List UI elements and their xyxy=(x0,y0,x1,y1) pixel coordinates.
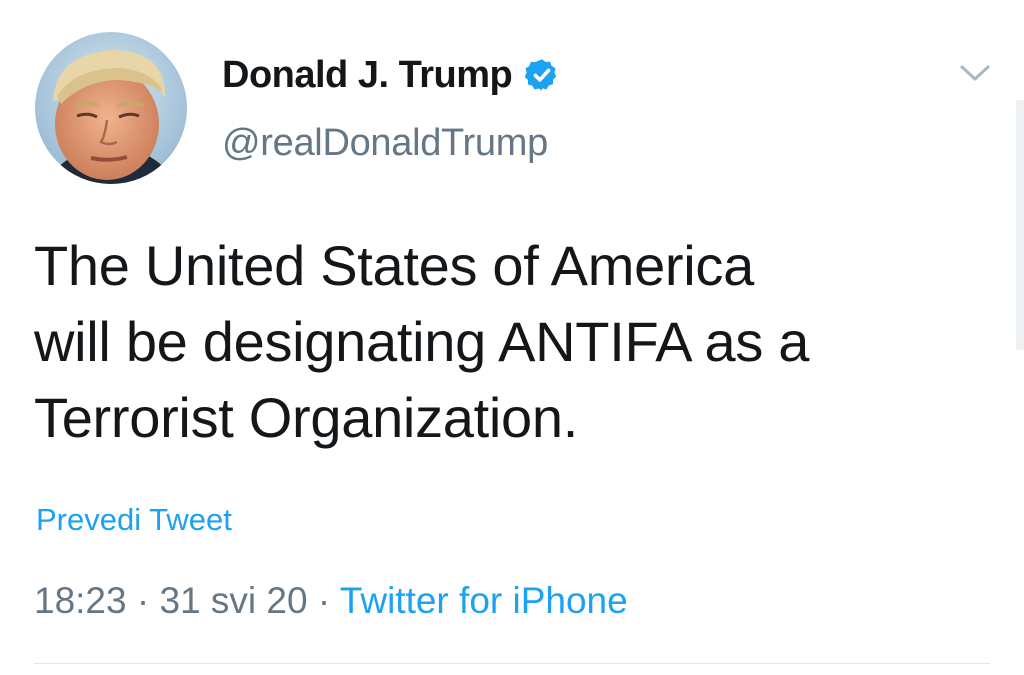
tweet-card: Donald J. Trump @realDonaldTrump The Uni… xyxy=(0,0,1024,675)
meta-separator: · xyxy=(317,580,340,621)
author-row[interactable]: Donald J. Trump xyxy=(222,50,560,100)
tweet-time[interactable]: 18:23 xyxy=(34,580,127,621)
tweet-line: The United States of America xyxy=(34,234,754,297)
chevron-down-icon[interactable] xyxy=(958,60,992,86)
tweet-text: The United States of America will be des… xyxy=(34,228,934,456)
tweet-line: Terrorist Organization. xyxy=(34,386,578,449)
avatar-image xyxy=(35,32,187,184)
display-name[interactable]: Donald J. Trump xyxy=(222,54,513,97)
tweet-line: will be designating ANTIFA as a xyxy=(34,310,810,373)
tweet-date[interactable]: 31 svi 20 xyxy=(159,580,307,621)
translate-tweet-link[interactable]: Prevedi Tweet xyxy=(36,502,232,538)
scrollbar xyxy=(1016,100,1024,350)
avatar[interactable] xyxy=(35,32,187,184)
verified-badge-icon xyxy=(524,59,557,91)
handle[interactable]: @realDonaldTrump xyxy=(222,122,548,165)
tweet-source-link[interactable]: Twitter for iPhone xyxy=(340,580,628,621)
meta-separator: · xyxy=(136,580,160,621)
tweet-meta: 18:23 · 31 svi 20 · Twitter for iPhone xyxy=(34,580,628,622)
divider xyxy=(34,663,990,664)
